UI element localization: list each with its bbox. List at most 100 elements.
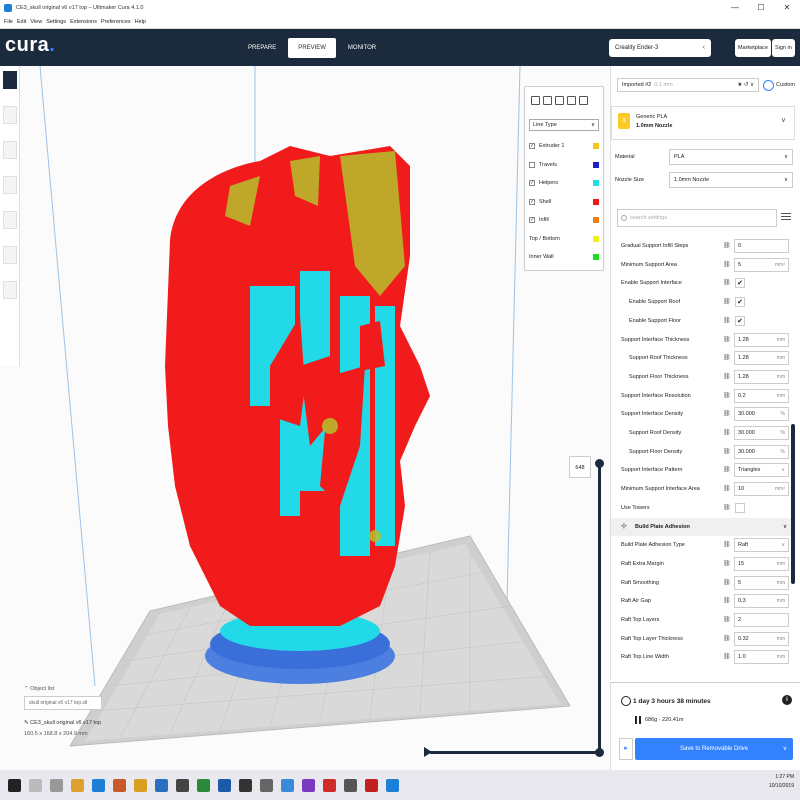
setting-value-input[interactable]: 0.2 mm — [734, 388, 789, 403]
line-type-checkbox[interactable]: ✓ — [529, 180, 535, 186]
store-icon[interactable] — [113, 778, 126, 792]
close-button[interactable]: ✕ — [774, 0, 800, 15]
line-type-row[interactable]: ✓ Extruder 1 — [529, 141, 601, 151]
move-tool-icon[interactable] — [3, 106, 17, 124]
app-icon[interactable] — [365, 778, 378, 792]
line-type-checkbox[interactable]: ✓ — [529, 143, 535, 149]
edge-icon[interactable] — [92, 778, 105, 792]
menu-preferences[interactable]: Preferences — [101, 19, 131, 25]
preview-button[interactable]: ▸ — [619, 738, 633, 760]
setting-value-input[interactable]: 30.000% — [734, 444, 789, 459]
view-right-icon[interactable] — [579, 96, 588, 105]
menu-file[interactable]: File — [4, 19, 13, 25]
rotate-tool-icon[interactable] — [3, 176, 17, 194]
menu-help[interactable]: Help — [135, 19, 146, 25]
setting-value-input[interactable]: 0.32 mm — [734, 631, 789, 646]
setting-value-input[interactable]: 5 mm² — [734, 257, 789, 272]
tab-preview[interactable]: PREVIEW — [288, 38, 336, 58]
setting-value-input[interactable]: 1.0 mm — [734, 650, 789, 665]
preview-viewport[interactable] — [0, 66, 610, 770]
setting-value-input[interactable]: 30.000% — [734, 407, 789, 422]
chrome-icon[interactable] — [134, 778, 147, 792]
save-to-drive-button[interactable]: Save to Removable Drive ∨ — [635, 738, 793, 760]
line-type-checkbox[interactable]: ✓ — [529, 217, 535, 223]
app-icon[interactable] — [239, 778, 252, 792]
scale-tool-icon[interactable] — [3, 141, 17, 159]
settings-scrollbar[interactable] — [791, 424, 795, 584]
app-icon[interactable] — [281, 778, 294, 792]
app-icon[interactable] — [323, 778, 336, 792]
line-type-checkbox[interactable]: ✓ — [529, 198, 535, 205]
setting-checkbox[interactable] — [735, 502, 745, 513]
cura-taskbar-icon[interactable] — [386, 778, 399, 792]
setting-select[interactable]: Triangles ∨ — [734, 463, 789, 478]
layer-slider-top-handle[interactable] — [595, 459, 604, 468]
play-icon[interactable] — [424, 747, 432, 757]
profile-star-icon[interactable]: ★ ↺ ∨ — [737, 79, 754, 92]
line-type-row[interactable]: ✓ Infill — [529, 215, 601, 225]
view-front-icon[interactable] — [543, 96, 552, 105]
app-icon[interactable] — [302, 778, 315, 792]
app-icon[interactable] — [344, 778, 357, 792]
setting-value-input[interactable]: 0 — [734, 239, 789, 253]
custom-toggle[interactable]: Custom — [763, 79, 795, 91]
extruder-tab[interactable]: 1 Generic PLA 1.0mm Nozzle ∨ — [611, 106, 795, 140]
tab-monitor[interactable]: MONITOR — [338, 38, 386, 58]
line-type-row[interactable]: ✓ Shell — [529, 197, 601, 207]
setting-value-input[interactable]: 1.28 mm — [734, 369, 789, 384]
material-select[interactable]: PLA ∨ — [669, 149, 793, 165]
line-type-row[interactable]: Inner Wall — [529, 252, 601, 262]
support-blocker-icon[interactable] — [3, 281, 17, 299]
menu-extensions[interactable]: Extensions — [70, 19, 97, 25]
setting-checkbox[interactable]: ✔ — [735, 278, 745, 289]
line-type-checkbox[interactable] — [529, 161, 535, 168]
per-model-settings-icon[interactable] — [3, 246, 17, 264]
tab-prepare[interactable]: PREPARE — [238, 38, 286, 58]
search-input[interactable]: search settings — [617, 209, 777, 227]
start-icon[interactable] — [8, 778, 21, 792]
line-type-row[interactable]: ✓ Helpers — [529, 178, 601, 188]
setting-select[interactable]: Raft ∨ — [734, 538, 789, 553]
maximize-button[interactable]: ☐ — [748, 0, 774, 15]
app-icon[interactable] — [260, 778, 273, 792]
setting-checkbox[interactable]: ✔ — [735, 315, 745, 326]
setting-value-input[interactable]: 30.000% — [734, 426, 789, 440]
setting-value-input[interactable]: 2 — [734, 613, 789, 627]
menu-view[interactable]: View — [30, 19, 42, 25]
printer-selector[interactable]: Creality Ender-3 ‹ — [609, 39, 711, 57]
view-left-icon[interactable] — [567, 96, 576, 105]
line-type-row[interactable]: Travels — [529, 160, 601, 170]
setting-value-input[interactable]: 0.3 mm — [734, 594, 789, 609]
layer-slider-track[interactable] — [598, 462, 601, 752]
setting-checkbox[interactable]: ✔ — [735, 297, 745, 308]
setting-value-input[interactable]: 1.28 mm — [734, 332, 789, 347]
object-list-header[interactable]: ⌃ Object list — [24, 686, 164, 692]
simulation-slider-track[interactable] — [430, 751, 600, 754]
app-icon[interactable] — [155, 778, 168, 792]
app-icon[interactable] — [176, 778, 189, 792]
marketplace-button[interactable]: Marketplace — [735, 39, 771, 57]
open-file-icon[interactable] — [3, 71, 17, 89]
settings-category-header[interactable]: ⊹ Build Plate Adhesion ∨ — [611, 517, 795, 536]
minimize-button[interactable]: — — [722, 0, 748, 15]
task-view-icon[interactable] — [50, 778, 63, 792]
view-3d-icon[interactable] — [531, 96, 540, 105]
info-icon[interactable]: i — [782, 695, 792, 705]
object-list-item[interactable]: skull original v6 v17 top.stl — [24, 696, 102, 710]
app-icon[interactable] — [218, 778, 231, 792]
menu-edit[interactable]: Edit — [17, 19, 26, 25]
view-top-icon[interactable] — [555, 96, 564, 105]
mirror-tool-icon[interactable] — [3, 211, 17, 229]
setting-value-input[interactable]: 1.28 mm — [734, 351, 789, 366]
layer-number[interactable]: 648 — [569, 456, 591, 478]
profile-selector[interactable]: Imported #2 0.1 mm ★ ↺ ∨ — [617, 78, 759, 92]
color-scheme-select[interactable]: Line Type ∨ — [529, 119, 599, 131]
file-explorer-icon[interactable] — [71, 778, 84, 792]
app-icon[interactable] — [197, 778, 210, 792]
settings-menu-icon[interactable] — [781, 213, 791, 223]
setting-value-input[interactable]: 10 mm² — [734, 482, 789, 497]
nozzle-select[interactable]: 1.0mm Nozzle ∨ — [669, 172, 793, 188]
setting-value-input[interactable]: 15 mm — [734, 556, 789, 571]
signin-button[interactable]: Sign in — [772, 39, 795, 57]
search-icon[interactable] — [29, 778, 42, 792]
